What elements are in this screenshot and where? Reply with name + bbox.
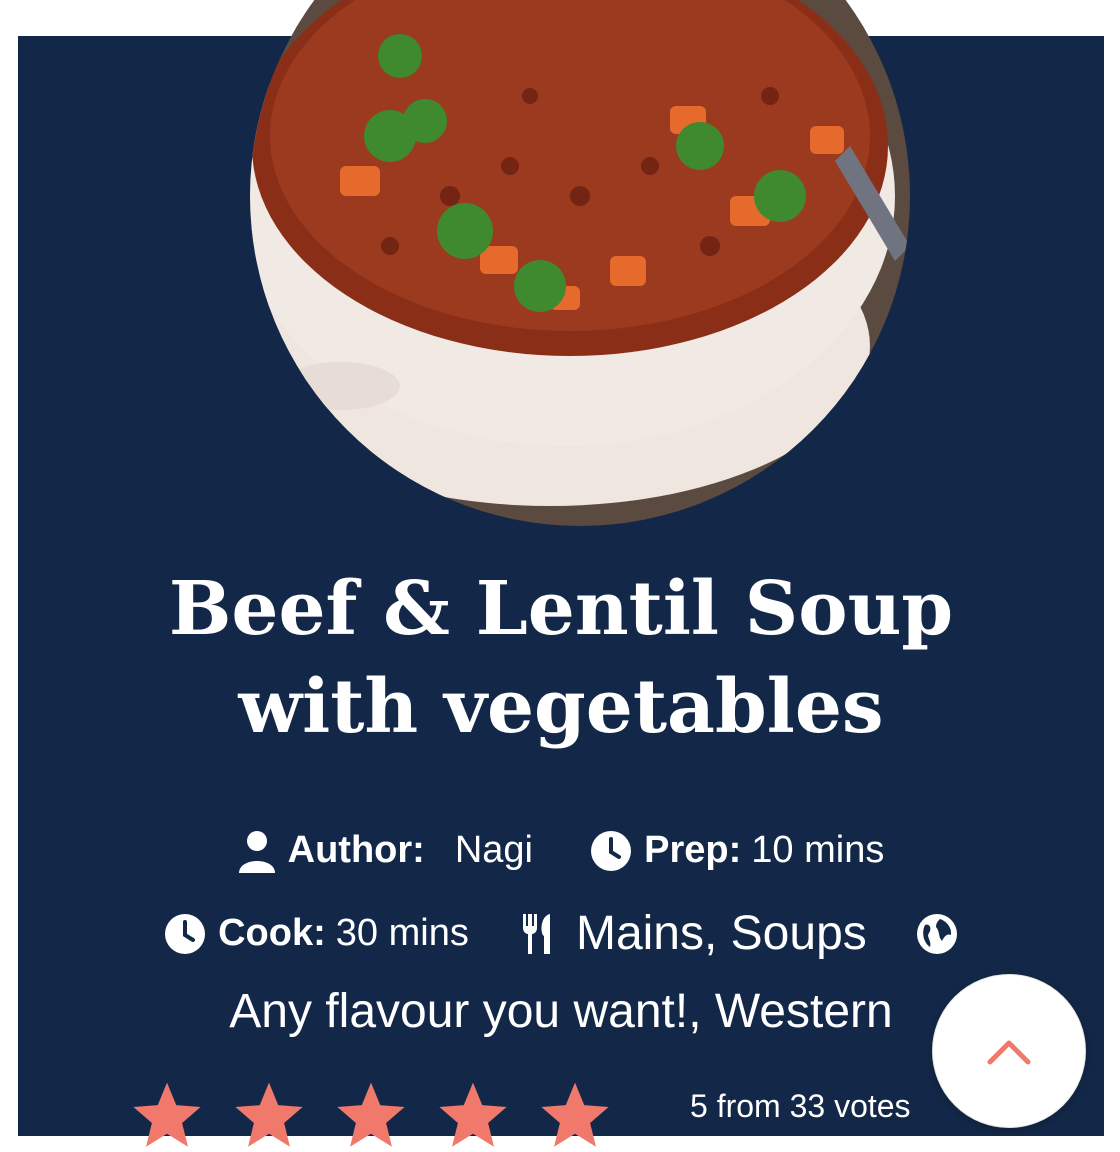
author-value[interactable]: Nagi [455, 829, 533, 872]
recipe-photo [250, 0, 910, 526]
author-label: Author: [287, 829, 425, 872]
cook-meta: Cook: 30 mins [164, 912, 469, 955]
rating-votes: 5 from 33 votes [690, 1088, 911, 1124]
scroll-to-top-button[interactable] [932, 974, 1086, 1128]
utensils-icon [522, 913, 550, 954]
prep-meta: Prep: 10 mins [590, 829, 884, 872]
clock-icon [591, 830, 632, 871]
star-icon[interactable] [334, 1078, 408, 1152]
author-meta: Author: Nagi [238, 829, 533, 873]
star-icon[interactable] [232, 1078, 306, 1152]
recipe-title-line1: Beef & Lentil Soup [168, 566, 954, 652]
prep-value: 10 mins [751, 829, 885, 872]
rating-stars[interactable] [130, 1078, 612, 1152]
clock-icon [165, 913, 206, 954]
course-value[interactable]: Mains, Soups [576, 906, 867, 961]
meta-row-author-prep: Author: Nagi Prep: 10 mins [18, 828, 1104, 873]
meta-row-cook-course: Cook: 30 mins Mains, Soups [18, 906, 1104, 961]
star-icon[interactable] [130, 1078, 204, 1152]
cook-label: Cook: [218, 912, 326, 954]
course-meta: Mains, Soups [520, 906, 867, 961]
star-icon[interactable] [538, 1078, 612, 1152]
prep-label: Prep: [644, 829, 742, 872]
recipe-title-line2: with vegetables [238, 664, 884, 750]
recipe-title: Beef & Lentil Soup with vegetables [18, 560, 1104, 756]
user-icon [238, 830, 275, 873]
cuisine-globe [916, 913, 958, 955]
star-icon[interactable] [436, 1078, 510, 1152]
chevron-up-icon [987, 1040, 1031, 1065]
cook-value: 30 mins [335, 912, 469, 954]
globe-icon [916, 913, 957, 954]
